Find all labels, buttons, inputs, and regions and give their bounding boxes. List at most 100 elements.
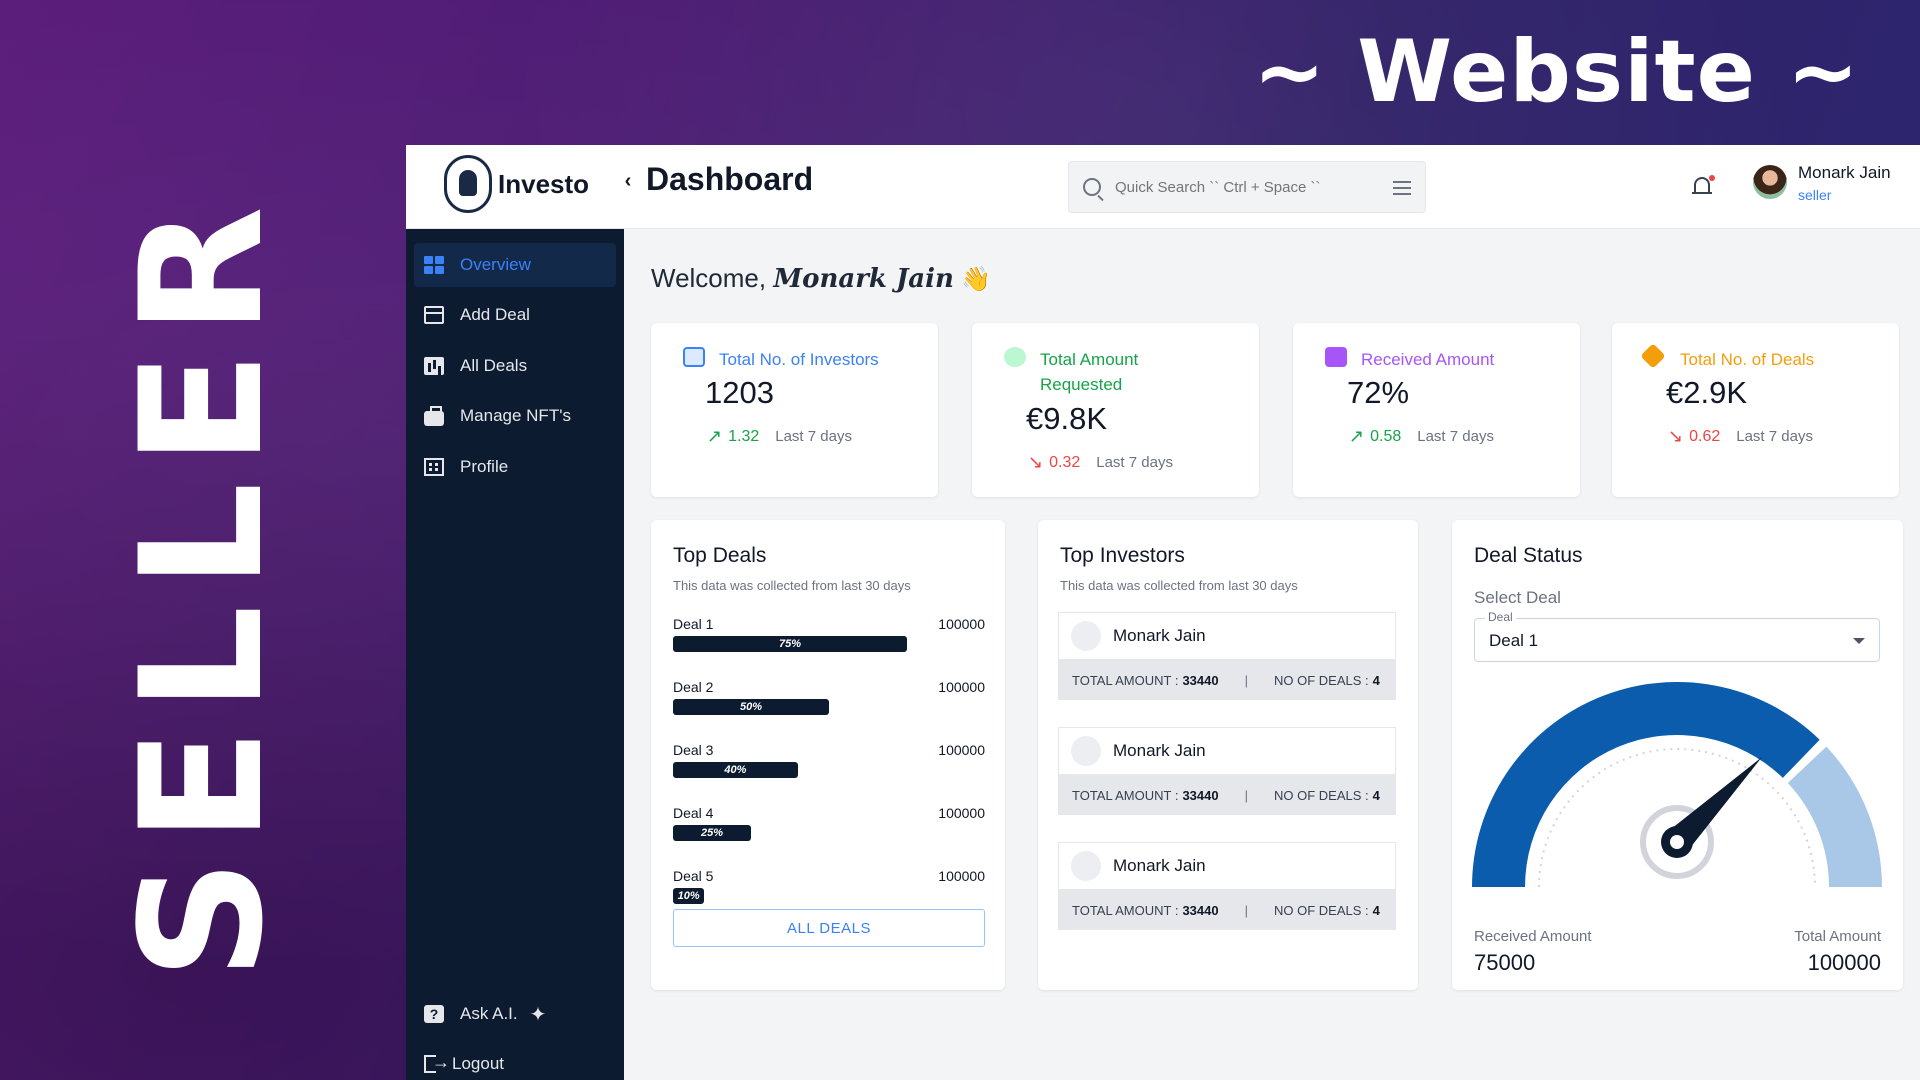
deal-count-value: 4	[1372, 902, 1380, 918]
deal-row[interactable]: Deal 4 100000 25%	[673, 805, 985, 857]
deal-progress-track: 40%	[673, 762, 985, 778]
deal-status-panel: Deal Status Select Deal Deal Deal 1 Rece…	[1452, 520, 1903, 990]
stat-value: €2.9K	[1666, 375, 1748, 410]
brand[interactable]: Investo	[444, 155, 589, 213]
deal-row[interactable]: Deal 3 100000 40%	[673, 742, 985, 794]
sidebar-collapse-button[interactable]: ‹	[614, 168, 642, 196]
stat-card-investors[interactable]: Total No. of Investors 1203 ↗ 1.32 Last …	[651, 323, 938, 497]
sidebar-item-profile[interactable]: Profile	[414, 445, 616, 489]
total-amount-label: Total Amount	[1794, 928, 1881, 945]
investor-stats: TOTAL AMOUNT :33440 | NO OF DEALS :4	[1058, 890, 1396, 930]
investor-stats: TOTAL AMOUNT :33440 | NO OF DEALS :4	[1058, 775, 1396, 815]
trend-period: Last 7 days	[775, 428, 852, 445]
total-amount-label: TOTAL AMOUNT :	[1072, 787, 1179, 803]
trend-down-icon: ↘	[1668, 426, 1684, 446]
user-name[interactable]: Monark Jain	[1798, 163, 1891, 183]
deal-count-label: NO OF DEALS :	[1273, 672, 1369, 688]
investor-card[interactable]: Monark Jain TOTAL AMOUNT :33440 | NO OF DEA…	[1058, 727, 1396, 821]
trend-value: 0.58	[1370, 427, 1402, 445]
welcome-prefix: Welcome,	[651, 263, 767, 293]
sidebar-item-label: Logout	[452, 1054, 504, 1073]
sidebar-item-label: Overview	[460, 255, 531, 274]
deal-count-value: 4	[1372, 672, 1380, 688]
sidebar-item-manage-nfts[interactable]: Manage NFT's	[414, 394, 616, 438]
deal-progress-bar: 75%	[673, 636, 907, 652]
filter-icon[interactable]	[1393, 179, 1411, 195]
deal-amount: 100000	[938, 805, 985, 821]
deal-progress-bar: 50%	[673, 699, 829, 715]
sidebar-item-add-deal[interactable]: Add Deal	[414, 293, 616, 337]
stat-trend: ↗ 1.32 Last 7 days	[707, 426, 852, 447]
investor-card[interactable]: Monark Jain TOTAL AMOUNT :33440 | NO OF DEA…	[1058, 842, 1396, 936]
user-avatar[interactable]	[1753, 165, 1787, 199]
investor-card[interactable]: Monark Jain TOTAL AMOUNT :33440 | NO OF DEA…	[1058, 612, 1396, 706]
top-investors-panel: Top Investors This data was collected fr…	[1038, 520, 1418, 990]
sparkle-icon: ✦	[529, 1003, 547, 1026]
panel-title: Top Investors	[1060, 544, 1185, 567]
stat-card-received-amount[interactable]: Received Amount 72% ↗ 0.58 Last 7 days	[1293, 323, 1580, 497]
avatar	[1071, 736, 1101, 766]
avatar	[1071, 851, 1101, 881]
welcome-user-name: Monark Jain	[773, 264, 954, 294]
stat-label: Total No. of Investors	[719, 350, 879, 369]
stat-card-amount-requested[interactable]: Total Amount Requested €9.8K ↘ 0.32 Last…	[972, 323, 1259, 497]
sidebar-item-ask-ai[interactable]: ? Ask A.I. ✦	[414, 992, 616, 1036]
deal-progress-bar: 25%	[673, 825, 751, 841]
top-bar: Investo ‹ Dashboard Monark Jain seller	[406, 145, 1920, 229]
trend-value: 0.32	[1049, 453, 1081, 471]
total-amount-label: TOTAL AMOUNT :	[1072, 902, 1179, 918]
page-title: Dashboard	[646, 161, 814, 197]
total-amount-value: 100000	[1807, 950, 1881, 975]
grid-icon	[424, 256, 444, 274]
deal-row[interactable]: Deal 2 100000 50%	[673, 679, 985, 731]
stat-label: Total No. of Deals	[1680, 350, 1815, 369]
select-value: Deal 1	[1489, 631, 1539, 650]
deal-progress-bar: 10%	[673, 888, 705, 904]
stat-value: 72%	[1347, 375, 1410, 410]
deal-amount: 100000	[938, 868, 985, 884]
deal-name: Deal 2	[673, 679, 714, 695]
deal-progress-track: 50%	[673, 699, 985, 715]
trend-down-icon: ↘	[1028, 452, 1044, 472]
deal-name: Deal 1	[673, 616, 714, 632]
logout-icon	[424, 1052, 450, 1073]
money-icon	[1325, 347, 1347, 367]
sidebar-item-all-deals[interactable]: All Deals	[414, 344, 616, 388]
trend-value: 1.32	[728, 427, 760, 445]
deal-select[interactable]: Deal Deal 1	[1474, 610, 1880, 662]
stat-label: Total Amount Requested	[1040, 350, 1139, 394]
wave-icon: 👋	[961, 266, 992, 293]
briefcase-icon	[683, 347, 705, 367]
sidebar-item-logout[interactable]: Logout	[414, 1042, 616, 1080]
users-icon	[1004, 347, 1026, 367]
deal-amount: 100000	[938, 616, 985, 632]
deal-progress-track: 75%	[673, 636, 985, 652]
all-deals-button[interactable]: ALL DEALS	[673, 909, 985, 947]
trend-up-icon: ↗	[1349, 426, 1365, 446]
deal-count-label: NO OF DEALS :	[1273, 787, 1369, 803]
search-input[interactable]	[1115, 178, 1393, 196]
investor-stats: TOTAL AMOUNT :33440 | NO OF DEALS :4	[1058, 660, 1396, 700]
deal-amount: 100000	[938, 742, 985, 758]
stat-trend: ↘ 0.62 Last 7 days	[1668, 426, 1813, 447]
gauge-remaining-arc	[1787, 746, 1882, 887]
notification-bell-icon[interactable]	[1692, 175, 1715, 199]
deal-row[interactable]: Deal 1 100000 75%	[673, 616, 985, 668]
panel-title: Deal Status	[1474, 544, 1583, 567]
received-amount-value: 75000	[1474, 950, 1536, 975]
investor-header: Monark Jain	[1058, 842, 1396, 890]
search-icon	[1083, 178, 1101, 196]
total-amount-label: TOTAL AMOUNT :	[1072, 672, 1179, 688]
sidebar-item-overview[interactable]: Overview	[414, 243, 616, 287]
deal-progress-track: 10%	[673, 888, 985, 904]
stat-label: Received Amount	[1361, 350, 1495, 369]
sidebar-item-label: Profile	[460, 457, 509, 476]
panel-title: Top Deals	[673, 544, 767, 567]
stat-card-total-deals[interactable]: Total No. of Deals €2.9K ↘ 0.62 Last 7 d…	[1612, 323, 1899, 497]
select-deal-label: Select Deal	[1474, 588, 1561, 607]
total-amount-value: 33440	[1182, 902, 1219, 918]
total-amount-value: 33440	[1182, 672, 1219, 688]
deal-name: Deal 5	[673, 868, 714, 884]
investor-header: Monark Jain	[1058, 727, 1396, 775]
top-deals-panel: Top Deals This data was collected from l…	[651, 520, 1005, 990]
